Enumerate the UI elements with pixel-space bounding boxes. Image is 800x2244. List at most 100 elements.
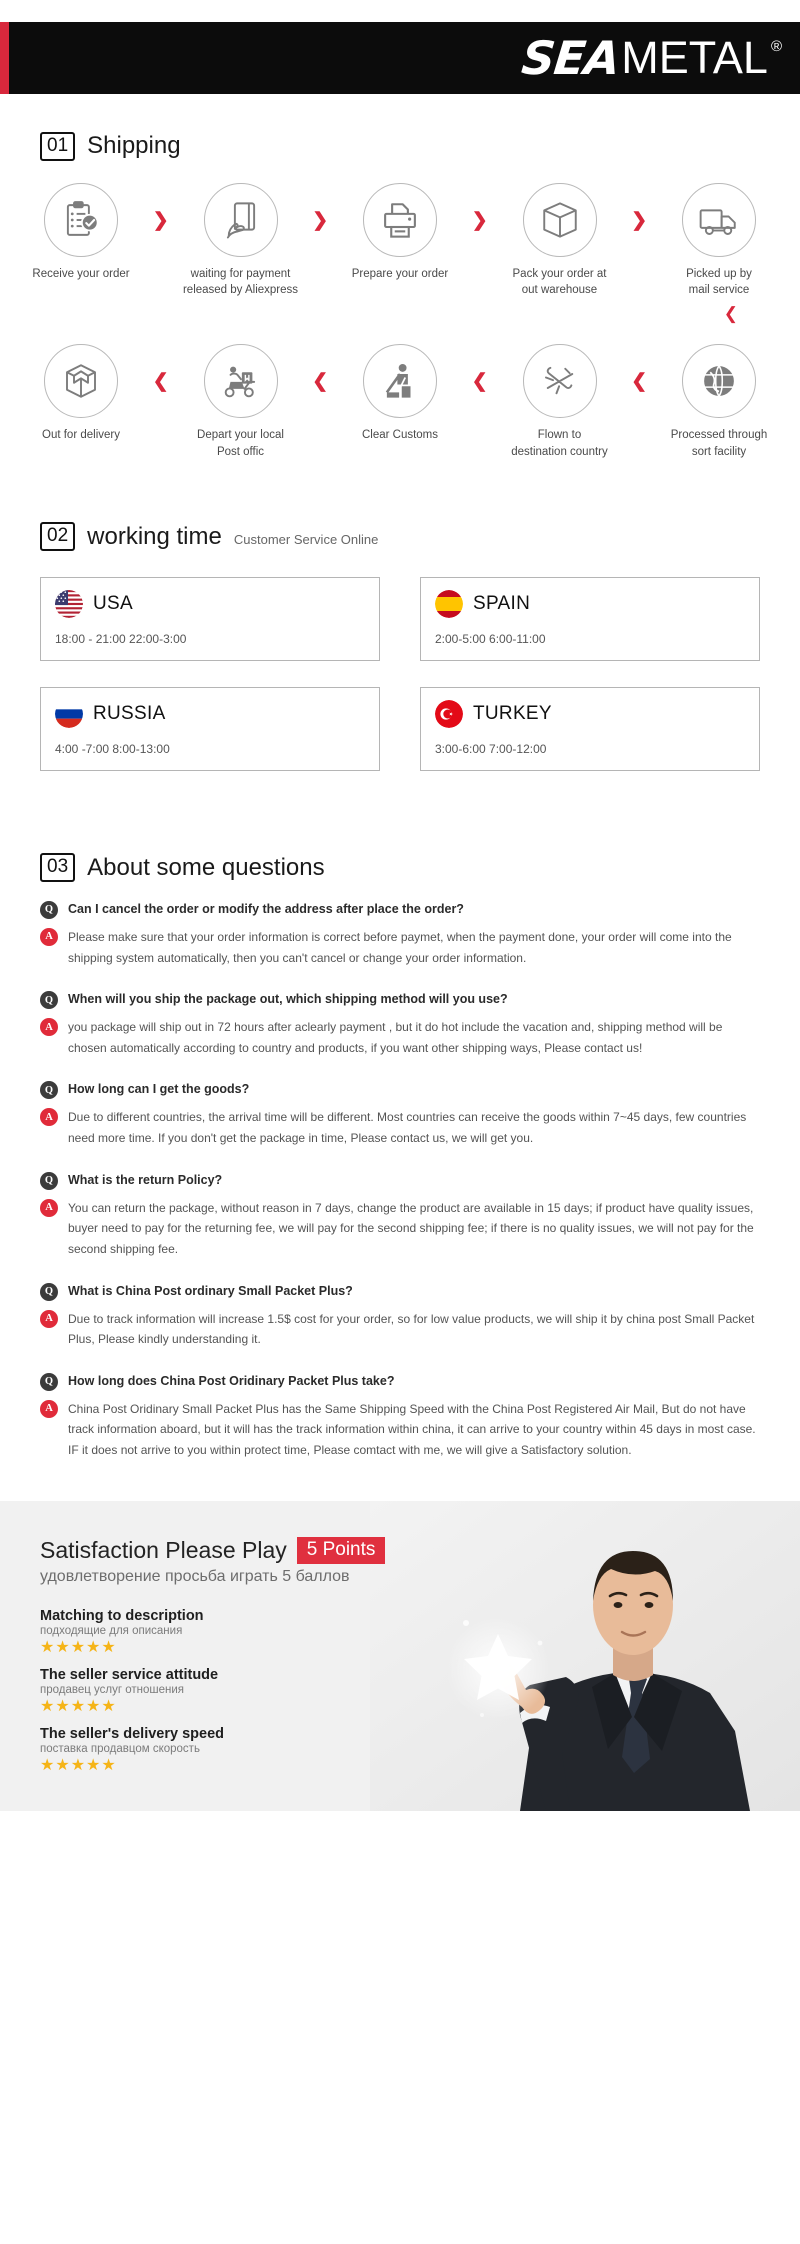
answer-badge: A xyxy=(40,1018,58,1037)
working-time-card-usa: USA 18:00 - 21:00 22:00-3:00 xyxy=(40,577,380,662)
working-hours: 3:00-6:00 7:00-12:00 xyxy=(435,742,547,757)
scooter-courier-icon xyxy=(224,366,255,398)
working-time-section: 02 working time Customer Service Online … xyxy=(0,460,800,797)
satisfaction-content: Satisfaction Please Play 5 Points удовле… xyxy=(0,1501,430,1775)
shipping-section-title: 01 Shipping xyxy=(0,132,800,161)
country-name: RUSSIA xyxy=(93,703,166,725)
working-hours: 18:00 - 21:00 22:00-3:00 xyxy=(55,632,187,647)
flag-russia-icon xyxy=(55,700,83,729)
faq-answer-text: You can return the package, without reas… xyxy=(68,1200,754,1256)
card-header: TURKEY xyxy=(435,700,745,729)
question-badge: Q xyxy=(40,1081,58,1100)
shipping-steps-row-1: Receive your order ❯ waiting for payment… xyxy=(0,182,800,299)
country-name: TURKEY xyxy=(473,703,552,725)
logo-sea-text: SEA xyxy=(519,31,623,85)
faq-item: Q What is China Post ordinary Small Pack… xyxy=(40,1282,760,1350)
section-number-02: 02 xyxy=(40,522,76,552)
flag-usa-icon xyxy=(55,590,83,619)
shipping-step: Clear Customs xyxy=(341,344,459,444)
flag-spain-icon xyxy=(435,590,463,619)
chevron-right-icon: ❯ xyxy=(312,209,329,231)
box-icon xyxy=(542,202,577,238)
working-time-grid: USA 18:00 - 21:00 22:00-3:00 SPAIN 2:00-… xyxy=(0,551,800,797)
rating-row: The seller's delivery speed поставка про… xyxy=(40,1726,430,1775)
rating-title: Matching to description xyxy=(40,1608,204,1625)
answer-badge: A xyxy=(40,1399,58,1418)
faq-item: Q What is the return Policy? A You can r… xyxy=(40,1171,760,1260)
faq-question-text: What is the return Policy? xyxy=(68,1172,223,1187)
faq-list: Q Can I cancel the order or modify the a… xyxy=(0,882,800,1461)
country-name: SPAIN xyxy=(473,593,531,615)
shipping-title-text: Shipping xyxy=(87,132,181,160)
step-icon-circle xyxy=(682,344,756,419)
brand-header: SEA METAL ® xyxy=(0,22,800,94)
faq-item: Q How long can I get the goods? A Due to… xyxy=(40,1080,760,1148)
working-time-subtitle: Customer Service Online xyxy=(233,532,379,548)
working-hours: 4:00 -7:00 8:00-13:00 xyxy=(55,742,170,757)
faq-answer-text: Due to different countries, the arrival … xyxy=(68,1110,747,1146)
answer-badge: A xyxy=(40,1198,58,1217)
star-rating[interactable]: ★★★★★ xyxy=(40,1757,430,1775)
chevron-right-icon: ❯ xyxy=(631,209,648,231)
faq-question-line: Q What is China Post ordinary Small Pack… xyxy=(40,1282,760,1301)
faq-answer-text: Due to track information will increase 1… xyxy=(68,1311,755,1347)
step-label: Out for delivery xyxy=(42,429,120,442)
question-badge: Q xyxy=(40,1171,58,1190)
country-name: USA xyxy=(93,593,133,615)
faq-question-text: How long does China Post Oridinary Packe… xyxy=(68,1373,395,1388)
points-badge: 5 Points xyxy=(296,1536,386,1565)
faq-title-text: About some questions xyxy=(87,853,325,881)
faq-answer-line: A Due to track information will increase… xyxy=(40,1309,760,1350)
rating-subtitle: поставка продавцом скорость xyxy=(40,1742,200,1755)
step-label: Prepare your order xyxy=(351,267,449,280)
chevron-down-icon: ❮ xyxy=(723,304,738,324)
step-label: Pack your order at out warehouse xyxy=(512,267,607,297)
customs-officer-icon xyxy=(385,364,411,398)
faq-question-text: Can I cancel the order or modify the add… xyxy=(68,901,464,916)
faq-section-title: 03 About some questions xyxy=(0,853,800,882)
hand-card-icon xyxy=(226,202,255,239)
registered-trademark-icon: ® xyxy=(770,38,782,55)
section-number-03: 03 xyxy=(40,853,76,882)
working-time-card-russia: RUSSIA 4:00 -7:00 8:00-13:00 xyxy=(40,687,380,772)
faq-question-line: Q How long does China Post Oridinary Pac… xyxy=(40,1372,760,1391)
globe-icon xyxy=(704,365,734,397)
shipping-step: Prepare your order xyxy=(341,182,459,283)
shipping-step: Depart your local Post offic xyxy=(182,344,300,460)
faq-item: Q When will you ship the package out, wh… xyxy=(40,990,760,1058)
working-time-section-title: 02 working time Customer Service Online xyxy=(0,522,800,552)
businessman-photo xyxy=(370,1500,800,1811)
rating-subtitle: подходящие для описания xyxy=(40,1625,183,1638)
step-icon-circle xyxy=(522,344,597,419)
shipping-step: Pack your order at out warehouse xyxy=(501,182,619,299)
step-label: Flown to destination country xyxy=(511,429,608,458)
satisfaction-subtitle: удовлетворение просьба играть 5 баллов xyxy=(40,1568,350,1586)
shipping-step: Picked up by mail service xyxy=(660,182,778,299)
working-time-card-turkey: TURKEY 3:00-6:00 7:00-12:00 xyxy=(420,687,760,772)
rating-title: The seller's delivery speed xyxy=(40,1725,224,1742)
rating-rows: Matching to description подходящие для о… xyxy=(40,1608,430,1774)
question-badge: Q xyxy=(40,991,58,1010)
answer-badge: A xyxy=(40,1309,58,1328)
satisfaction-section: Satisfaction Please Play 5 Points удовле… xyxy=(0,1500,800,1811)
faq-question-line: Q What is the return Policy? xyxy=(40,1171,760,1190)
step-icon-circle xyxy=(363,344,437,419)
star-rating[interactable]: ★★★★★ xyxy=(40,1698,430,1716)
flag-turkey-icon xyxy=(435,700,463,729)
faq-answer-text: Please make sure that your order informa… xyxy=(68,929,732,965)
step-icon-circle xyxy=(203,182,278,257)
answer-badge: A xyxy=(40,1108,58,1127)
working-hours: 2:00-5:00 6:00-11:00 xyxy=(435,632,546,647)
section-number-01: 01 xyxy=(40,132,76,161)
open-box-icon xyxy=(66,364,96,398)
faq-question-line: Q When will you ship the package out, wh… xyxy=(40,990,760,1010)
card-header: SPAIN xyxy=(435,590,745,619)
rating-title: The seller service attitude xyxy=(40,1667,219,1684)
faq-item: Q Can I cancel the order or modify the a… xyxy=(40,900,760,968)
star-rating[interactable]: ★★★★★ xyxy=(40,1639,430,1657)
chevron-right-icon: ❯ xyxy=(152,209,169,231)
step-icon-circle xyxy=(203,344,278,419)
header-band: SEA METAL ® xyxy=(0,0,800,94)
shipping-step: Out for delivery xyxy=(22,344,140,444)
rating-row: Matching to description подходящие для о… xyxy=(40,1608,430,1657)
